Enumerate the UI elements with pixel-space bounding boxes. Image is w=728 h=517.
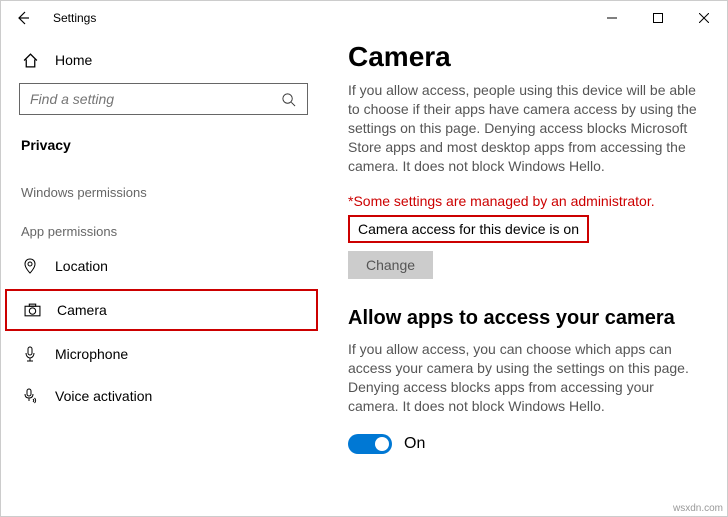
sidebar-item-location[interactable]: Location bbox=[1, 245, 326, 287]
allow-apps-heading: Allow apps to access your camera bbox=[348, 307, 705, 330]
sidebar-item-label: Voice activation bbox=[55, 388, 152, 404]
home-icon bbox=[21, 51, 39, 69]
voice-activation-icon bbox=[21, 387, 39, 405]
search-input-wrap[interactable] bbox=[19, 83, 308, 115]
camera-icon bbox=[23, 301, 41, 319]
close-button[interactable] bbox=[681, 2, 727, 34]
location-icon bbox=[21, 257, 39, 275]
privacy-section-label: Privacy bbox=[1, 125, 326, 167]
change-button[interactable]: Change bbox=[348, 251, 433, 279]
back-button[interactable] bbox=[15, 10, 35, 26]
toggle-label: On bbox=[404, 435, 425, 453]
search-input[interactable] bbox=[30, 91, 279, 107]
sidebar: Home Privacy Windows permissions App per… bbox=[1, 35, 326, 516]
sidebar-item-label: Microphone bbox=[55, 346, 128, 362]
sidebar-item-label: Camera bbox=[57, 302, 107, 318]
watermark: wsxdn.com bbox=[673, 503, 723, 514]
allow-apps-toggle[interactable] bbox=[348, 434, 392, 454]
allow-apps-description: If you allow access, you can choose whic… bbox=[348, 340, 705, 416]
content-pane: Camera If you allow access, people using… bbox=[326, 35, 727, 516]
sidebar-item-camera[interactable]: Camera bbox=[5, 289, 318, 331]
sidebar-item-voice-activation[interactable]: Voice activation bbox=[1, 375, 326, 417]
device-access-status: Camera access for this device is on bbox=[348, 215, 589, 243]
page-title: Camera bbox=[348, 41, 705, 73]
search-icon bbox=[279, 90, 297, 108]
maximize-button[interactable] bbox=[635, 2, 681, 34]
home-nav[interactable]: Home bbox=[1, 41, 326, 79]
window-title: Settings bbox=[53, 11, 96, 25]
sidebar-item-label: Location bbox=[55, 258, 108, 274]
microphone-icon bbox=[21, 345, 39, 363]
app-permissions-label: App permissions bbox=[1, 206, 326, 245]
admin-note: *Some settings are managed by an adminis… bbox=[348, 193, 705, 209]
page-description: If you allow access, people using this d… bbox=[348, 81, 705, 175]
windows-permissions-label: Windows permissions bbox=[1, 167, 326, 206]
home-label: Home bbox=[55, 52, 92, 68]
minimize-button[interactable] bbox=[589, 2, 635, 34]
sidebar-item-microphone[interactable]: Microphone bbox=[1, 333, 326, 375]
